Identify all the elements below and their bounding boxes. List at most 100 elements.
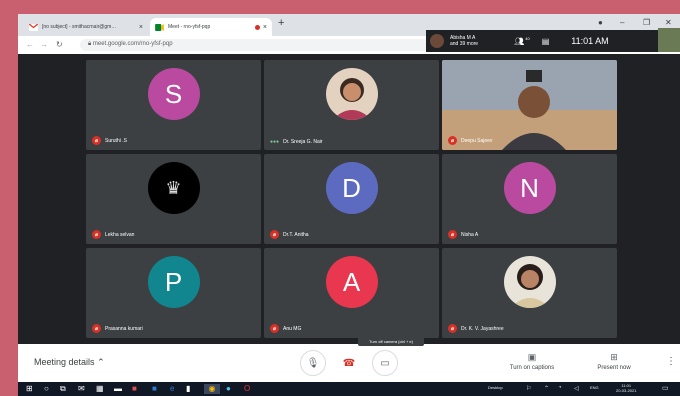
meeting-details-button[interactable]: Meeting details ⌃ <box>34 357 105 368</box>
edge-icon[interactable]: e <box>170 384 174 394</box>
avatar: S <box>147 68 200 120</box>
store-app-icon[interactable]: ▦ <box>96 384 104 394</box>
volume-icon[interactable]: ◁ <box>574 385 579 392</box>
chrome-account-icon[interactable]: ● <box>598 18 603 27</box>
meet-icon <box>155 23 164 31</box>
more-options-icon[interactable]: ⋮ <box>666 356 676 367</box>
participant-name-label: ●●● Dr. Sreeja G. Nair <box>270 139 323 145</box>
mic-muted-icon: ⌀ <box>270 324 279 333</box>
avatar: N <box>503 162 556 214</box>
participant-tile[interactable]: N ⌀ Nisha A <box>442 154 617 244</box>
present-now-button[interactable]: ⊞ Present now <box>584 352 644 371</box>
participant-name-label: ⌀ Anu MG <box>270 324 301 333</box>
back-icon[interactable]: ← <box>26 40 34 49</box>
screen: [no subject] - smithacrnair@gm… × Meet -… <box>18 14 680 396</box>
participant-tile[interactable]: S ⌀ Suruthi .S <box>86 60 261 150</box>
presenter-avatar <box>430 34 444 48</box>
desktop-label[interactable]: Desktop <box>488 385 503 390</box>
windows-taskbar: ⊞ ○ ⧉ ✉ ▦ ▬ ■ ■ e ▮ ◉ ● O Desktop ⚐ ⌃ ◔ … <box>18 382 680 396</box>
video-camera-icon: ▭ <box>380 357 390 369</box>
hang-up-icon: ☎︎ <box>342 357 356 369</box>
gmail-icon <box>29 23 38 31</box>
microphone-icon: 🎙︎ <box>306 357 320 369</box>
participant-name-label: ⌀ Nisha A <box>448 230 478 239</box>
windows-start-icon[interactable]: ⊞ <box>26 384 33 394</box>
participant-name-label: ⌀ Dr. K. V. Jayashree <box>448 324 504 333</box>
app-icon[interactable]: ■ <box>132 384 137 394</box>
crown-icon: ♛ <box>165 177 182 198</box>
participant-tile[interactable]: ♛ ⌀ Lekha selvan <box>86 154 261 244</box>
participant-tile[interactable]: ●●● Dr. Sreeja G. Nair <box>264 60 439 150</box>
participant-tile[interactable]: ⌀ Dr. K. V. Jayashree <box>442 248 617 338</box>
participant-tile[interactable]: A ⌀ Anu MG <box>264 248 439 338</box>
clock-date: 20-03-2021 <box>616 388 637 393</box>
avatar-photo <box>325 68 378 120</box>
meet-top-bar: Abisha M A and 39 more 👥︎ 40 ▤ 11:01 AM <box>426 30 680 52</box>
captions-icon: ▣ <box>527 352 537 362</box>
language-indicator[interactable]: ENG <box>590 385 599 390</box>
captions-label: Turn on captions <box>509 365 555 371</box>
close-window-icon[interactable]: ✕ <box>665 18 672 27</box>
avatar-initial: A <box>342 266 361 297</box>
people-tray-icon[interactable]: ⚐ <box>526 385 531 392</box>
avatar-photo <box>503 256 556 308</box>
url-text: meet.google.com/rno-yfsf-pqp <box>92 41 173 47</box>
avatar: P <box>147 256 200 308</box>
participant-name: Dr. K. V. Jayashree <box>461 325 504 332</box>
notification-icon[interactable]: ▭ <box>662 384 669 392</box>
file-explorer-icon[interactable]: ▮ <box>186 384 190 394</box>
network-icon[interactable]: ◔ <box>558 385 562 391</box>
new-tab-button[interactable]: + <box>278 17 284 29</box>
people-icon[interactable]: 👥︎ <box>514 37 524 46</box>
participant-tile[interactable]: D ⌀ Dr.T. Anitha <box>264 154 439 244</box>
task-view-icon[interactable]: ⧉ <box>60 384 66 394</box>
participants-more: and 39 more <box>450 41 479 47</box>
minimize-icon[interactable]: – <box>620 18 624 27</box>
participant-name-label: ⌀ Suruthi .S <box>92 136 127 145</box>
present-label: Present now <box>597 365 631 371</box>
participant-name-label: ⌀ Prasanna kumari <box>92 324 143 333</box>
avatar-initial: D <box>342 172 361 203</box>
forward-icon[interactable]: → <box>40 40 48 49</box>
mic-muted-icon: ⌀ <box>448 136 457 145</box>
close-icon[interactable]: × <box>263 24 267 31</box>
participant-name: Nisha A <box>461 231 479 238</box>
app-icon[interactable]: ■ <box>152 384 157 394</box>
chevron-up-icon: ⌃ <box>97 357 105 367</box>
chat-icon[interactable]: ▤ <box>542 37 550 46</box>
tab-meet[interactable]: Meet - rno-yfsf-pqp × <box>150 18 272 36</box>
opera-icon[interactable]: O <box>244 384 250 394</box>
close-icon[interactable]: × <box>139 24 143 31</box>
mail-app-icon[interactable]: ✉ <box>78 384 85 394</box>
meeting-time: 11:01 AM <box>571 36 609 46</box>
participant-name: Dr. Sreeja G. Nair <box>283 139 323 145</box>
participant-tile[interactable]: P ⌀ Prasanna kumari <box>86 248 261 338</box>
camera-button[interactable]: ▭ <box>372 350 398 376</box>
self-view-video[interactable] <box>658 28 680 52</box>
participant-name: Prasanna kumari <box>105 325 143 332</box>
microphone-button[interactable]: 🎙︎ <box>300 350 326 376</box>
tab-title: Meet - rno-yfsf-pqp <box>168 24 211 30</box>
participant-count: 40 <box>525 35 530 41</box>
leave-call-button[interactable]: ☎︎ <box>336 350 362 376</box>
chrome-taskbar-icon[interactable]: ◉ <box>204 384 220 394</box>
reload-icon[interactable]: ↻ <box>56 40 63 49</box>
search-icon[interactable]: ○ <box>44 384 49 394</box>
participants-summary[interactable]: Abisha M A and 39 more <box>450 35 478 47</box>
avatar-crown: ♛ <box>147 162 200 214</box>
speaking-indicator-icon: ●●● <box>270 139 280 145</box>
file-explorer-icon[interactable]: ▬ <box>114 384 122 394</box>
clock[interactable]: 11:01 20-03-2021 <box>616 383 636 393</box>
avatar: D <box>325 162 378 214</box>
tab-gmail[interactable]: [no subject] - smithacrnair@gm… × <box>24 18 148 36</box>
mic-muted-icon: ⌀ <box>448 230 457 239</box>
tray-chevron-icon[interactable]: ⌃ <box>544 385 549 392</box>
participant-name: Suruthi .S <box>105 137 127 144</box>
participant-tile-video[interactable]: ⌀ Deepu Sajeev <box>442 60 617 150</box>
maximize-icon[interactable]: ❐ <box>643 18 650 27</box>
app-icon[interactable]: ● <box>226 384 231 394</box>
mic-muted-icon: ⌀ <box>92 324 101 333</box>
captions-button[interactable]: ▣ Turn on captions <box>502 352 562 371</box>
avatar-initial: N <box>520 172 539 203</box>
meeting-details-label: Meeting details <box>34 357 95 367</box>
